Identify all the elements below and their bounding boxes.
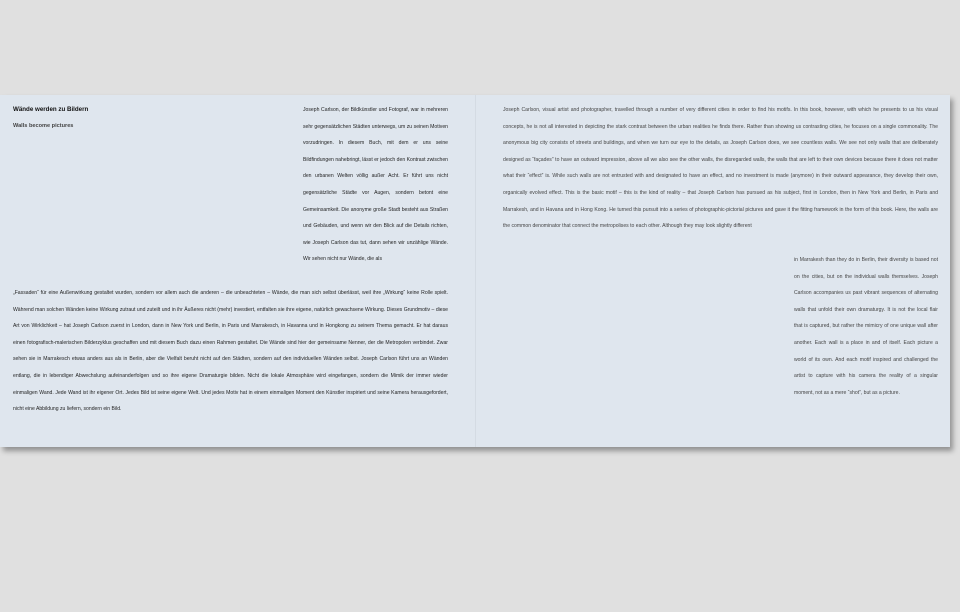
- german-text-column-1: Joseph Carlson, der Bildkünstler und Fot…: [303, 107, 448, 263]
- book-spread: Wände werden zu Bildern Walls become pic…: [0, 95, 950, 447]
- german-text-column-2: „Fassaden“ für eine Außenwirkung gestalt…: [13, 290, 448, 413]
- right-page: Joseph Carlson, visual artist and photog…: [475, 95, 951, 447]
- left-page: Wände werden zu Bildern Walls become pic…: [0, 95, 475, 447]
- english-text-column-1: Joseph Carlson, visual artist and photog…: [503, 107, 938, 230]
- book-subtitle: Walls become pictures: [13, 123, 74, 129]
- book-title: Wände werden zu Bildern: [13, 106, 89, 113]
- english-text-column-2: in Marrakesh than they do in Berlin, the…: [794, 257, 938, 396]
